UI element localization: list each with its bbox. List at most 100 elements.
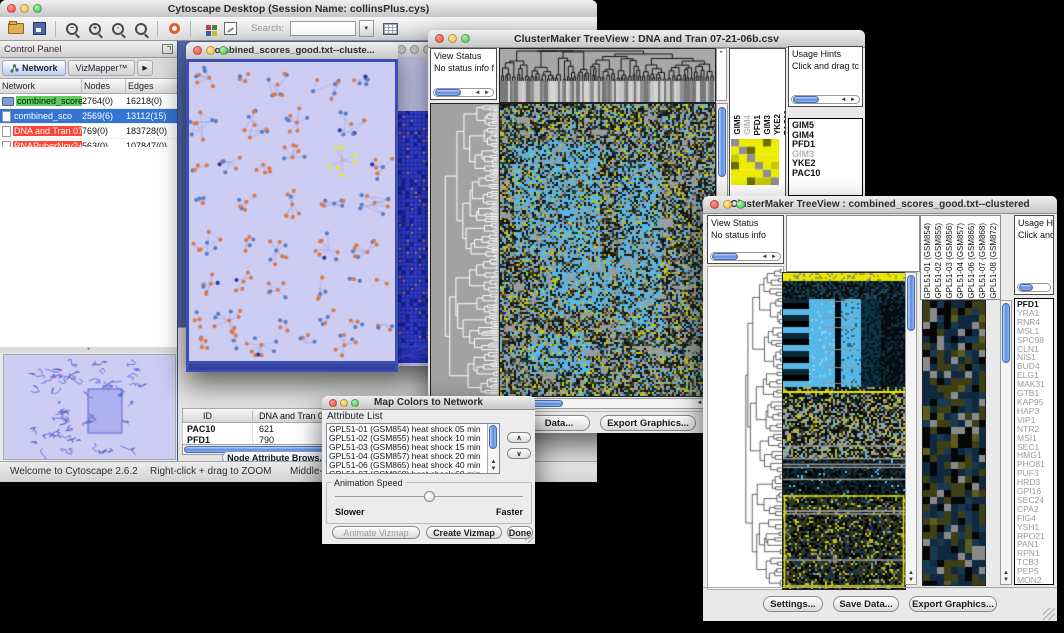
zoom-fit-button[interactable]: ▫ bbox=[108, 20, 128, 38]
horizontal-scrollbar[interactable] bbox=[1017, 283, 1051, 292]
zoom-button[interactable] bbox=[351, 399, 359, 407]
panel-splitter[interactable]: ● bbox=[0, 347, 177, 353]
scroll-thumb[interactable] bbox=[1019, 284, 1033, 291]
heatmap-canvas[interactable] bbox=[782, 272, 906, 590]
annotation-button[interactable] bbox=[220, 20, 240, 38]
horizontal-scrollbar[interactable]: ◄ ► bbox=[791, 95, 860, 104]
horizontal-scrollbar[interactable]: ◄ ► bbox=[710, 252, 781, 261]
open-session-button[interactable] bbox=[6, 20, 26, 38]
settings-button[interactable]: Settings... bbox=[763, 596, 823, 612]
control-panel-header[interactable]: Control Panel bbox=[0, 41, 177, 58]
column-label: GPL51-07 (GSM868) bbox=[978, 223, 988, 299]
zoom-button[interactable] bbox=[219, 46, 228, 55]
horizontal-scrollbar[interactable]: ◄ ► bbox=[433, 88, 494, 97]
scroll-arrows[interactable]: ◄ ► bbox=[474, 90, 493, 96]
network-list-item[interactable]: combined_scores2764(0)16218(0) bbox=[0, 94, 177, 109]
vertical-scrollbar[interactable]: ▲▼ bbox=[1000, 300, 1012, 585]
network-list-item[interactable]: combined_sco2569(6)13112(15) bbox=[0, 109, 177, 124]
scroll-thumb[interactable] bbox=[1002, 303, 1010, 363]
close-button[interactable] bbox=[193, 46, 202, 55]
heatmap-canvas[interactable] bbox=[499, 103, 716, 397]
minimize-button[interactable] bbox=[448, 34, 457, 43]
scroll-arrows[interactable]: ▲▼ bbox=[906, 570, 916, 584]
scroll-arrows[interactable]: ▲▼ bbox=[488, 459, 499, 473]
export-graphics-button[interactable]: Export Graphics... bbox=[600, 415, 696, 431]
zoom-selected-button[interactable] bbox=[131, 20, 151, 38]
usage-hints-panel: Usage Hints Click and drag tc ◄ ► bbox=[788, 46, 863, 107]
search-dropdown-button[interactable]: ▼ bbox=[359, 20, 374, 37]
help-button[interactable] bbox=[164, 20, 184, 38]
tab-vizmapper[interactable]: VizMapper™ bbox=[68, 60, 136, 76]
status-welcome: Welcome to Cytoscape 2.6.2 bbox=[10, 466, 138, 477]
save-data-button[interactable]: Data... bbox=[528, 415, 590, 431]
close-button[interactable] bbox=[329, 399, 337, 407]
open-folder-icon bbox=[8, 23, 24, 34]
dialog-titlebar[interactable]: Map Colors to Network bbox=[322, 396, 535, 410]
row-dendrogram-canvas[interactable] bbox=[430, 103, 500, 397]
minimize-button[interactable] bbox=[206, 46, 215, 55]
tab-network[interactable]: Network bbox=[2, 60, 66, 76]
zoom-out-button[interactable]: − bbox=[62, 20, 82, 38]
vertical-scrollbar[interactable]: ▲▼ bbox=[487, 424, 499, 473]
column-dendrogram-canvas[interactable] bbox=[499, 48, 716, 103]
treeview2-titlebar[interactable]: ClusterMaker TreeView : combined_scores_… bbox=[703, 196, 1057, 214]
scroll-thumb[interactable] bbox=[718, 107, 726, 177]
network-canvas[interactable] bbox=[189, 62, 395, 361]
column-header-edges[interactable]: Edges bbox=[126, 79, 172, 93]
close-button[interactable] bbox=[397, 45, 406, 54]
window-controls[interactable] bbox=[7, 4, 42, 13]
close-button[interactable] bbox=[435, 34, 444, 43]
minimize-button[interactable] bbox=[410, 45, 419, 54]
move-up-button[interactable]: ∧ bbox=[507, 432, 531, 443]
vertical-scrollbar[interactable]: ▲▼ bbox=[905, 272, 917, 585]
zoom-button[interactable] bbox=[736, 200, 745, 209]
annotation-icon bbox=[224, 22, 237, 35]
network-overview-canvas[interactable] bbox=[3, 354, 176, 460]
slider-thumb[interactable] bbox=[424, 491, 435, 502]
export-graphics-button[interactable]: Export Graphics... bbox=[909, 596, 997, 612]
float-panel-icon[interactable] bbox=[162, 44, 173, 54]
vizmapper-button[interactable] bbox=[197, 20, 217, 38]
zoom-button[interactable] bbox=[33, 4, 42, 13]
resize-grip[interactable] bbox=[1043, 608, 1055, 620]
treeview2-button-bar: Settings... Save Data... Export Graphics… bbox=[703, 587, 1057, 622]
main-titlebar[interactable]: Cytoscape Desktop (Session Name: collins… bbox=[0, 0, 597, 18]
close-button[interactable] bbox=[710, 200, 719, 209]
scroll-arrows[interactable]: ▲▼ bbox=[1001, 570, 1011, 584]
save-data-button[interactable]: Save Data... bbox=[833, 596, 899, 612]
scroll-thumb[interactable] bbox=[712, 253, 738, 260]
network-list-item[interactable]: DNA and Tran 07769(0)183728(0) bbox=[0, 124, 177, 139]
scroll-arrows[interactable]: ◄ ► bbox=[840, 97, 859, 103]
minimize-button[interactable] bbox=[20, 4, 29, 13]
attribute-item[interactable]: GPL51-07 (GSM868) heat shock 60 min bbox=[329, 470, 499, 474]
zoom-button[interactable] bbox=[461, 34, 470, 43]
column-dendrogram-area[interactable] bbox=[786, 215, 920, 272]
move-down-button[interactable]: ∨ bbox=[507, 448, 531, 459]
scroll-arrows[interactable]: ◄ ► bbox=[761, 254, 780, 260]
scroll-thumb[interactable] bbox=[435, 89, 461, 96]
scroll-thumb[interactable] bbox=[907, 275, 915, 331]
scroll-thumb[interactable] bbox=[489, 425, 497, 449]
attribute-listbox[interactable]: GPL51-01 (GSM854) heat shock 05 minGPL51… bbox=[326, 423, 500, 474]
close-button[interactable] bbox=[7, 4, 16, 13]
scroll-thumb[interactable] bbox=[793, 96, 819, 103]
row-dendrogram-canvas[interactable] bbox=[707, 266, 784, 590]
column-header-id[interactable]: ID bbox=[183, 411, 253, 421]
column-header-nodes[interactable]: Nodes bbox=[82, 79, 126, 93]
gene-list: PFD1YRA1RNR4MSL1SPC98CLN1NIS1BUD4ELG1MAK… bbox=[1015, 299, 1053, 585]
create-vizmap-button[interactable]: Create Vizmap bbox=[426, 526, 502, 539]
tab-overflow-button[interactable]: ▶ bbox=[137, 60, 152, 76]
animate-vizmap-button[interactable]: Animate Vizmap bbox=[332, 526, 420, 539]
row-id: PFD1 bbox=[183, 435, 253, 445]
network-view-titlebar[interactable]: combined_scores_good.txt--cluste... bbox=[186, 42, 398, 60]
search-input[interactable] bbox=[290, 21, 356, 36]
zoom-in-button[interactable]: + bbox=[85, 20, 105, 38]
doc-icon bbox=[2, 111, 11, 122]
minimize-button[interactable] bbox=[340, 399, 348, 407]
minimize-button[interactable] bbox=[723, 200, 732, 209]
column-header-network[interactable]: Network bbox=[0, 79, 82, 93]
zoom-heatmap-canvas[interactable] bbox=[922, 300, 986, 586]
save-session-button[interactable] bbox=[29, 20, 49, 38]
export-table-button[interactable] bbox=[381, 20, 401, 38]
resize-grip[interactable] bbox=[525, 534, 534, 543]
